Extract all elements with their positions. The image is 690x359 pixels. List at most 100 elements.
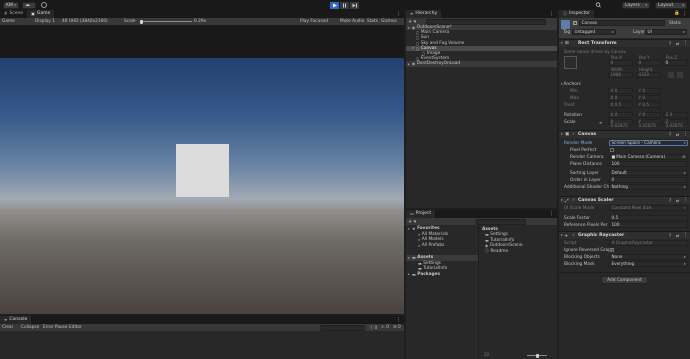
pixel-perfect-checkbox[interactable] — [610, 147, 614, 152]
step-button[interactable] — [350, 1, 359, 9]
clear-button[interactable]: Clear — [2, 325, 13, 330]
rotation-z[interactable]: Z 0 — [663, 112, 688, 118]
render-camera-field[interactable]: ■ Main Camera (Camera) ⊙ — [609, 154, 688, 160]
expand-arrow-icon[interactable]: ▾ — [561, 233, 563, 237]
console-search-input[interactable] — [320, 324, 365, 331]
help-icon[interactable]: ? — [669, 233, 671, 238]
blocking-mask-dropdown[interactable]: Everything ▾ — [609, 261, 688, 267]
favorite-item[interactable]: ⌕ All Prefabs — [406, 243, 478, 249]
rect-transform-header[interactable]: ▾ ⊞ Rect Transform ? ⇄ ⋮ — [559, 39, 690, 47]
add-component-button[interactable]: Add Component — [601, 276, 648, 284]
scale-x[interactable]: X 0.02870 — [608, 119, 633, 128]
panel-splitter[interactable] — [406, 208, 557, 210]
icon-size-slider-handle[interactable] — [536, 353, 539, 358]
enabled-checkbox[interactable]: ✓ — [572, 131, 575, 136]
add-button[interactable]: + ▾ — [408, 19, 416, 25]
more-icon[interactable]: ⋮ — [683, 232, 688, 238]
tab-scene[interactable]: # Scene — [0, 10, 27, 18]
tag-dropdown[interactable]: Untagged ▾ — [572, 29, 616, 35]
tab-game[interactable]: ▣ Game — [27, 10, 55, 18]
scale-z[interactable]: Z 0.02870 — [663, 119, 688, 128]
add-button[interactable]: + ▾ — [408, 219, 416, 225]
display-mode-dropdown[interactable]: Game — [2, 19, 15, 24]
shader-channels-dropdown[interactable]: Nothing ▾ — [609, 184, 688, 190]
panel-splitter[interactable] — [404, 10, 406, 359]
game-viewport[interactable] — [0, 58, 404, 314]
hierarchy-search-input[interactable] — [426, 18, 546, 25]
mute-audio-toggle[interactable]: Mute Audio — [340, 19, 364, 24]
scale-y[interactable]: Y 0.02870 — [636, 119, 661, 128]
plane-distance-field[interactable]: 100 — [609, 161, 688, 167]
pos-z-field[interactable]: 0 — [663, 60, 688, 66]
enabled-checkbox[interactable]: ✓ — [572, 197, 575, 202]
stats-toggle[interactable]: Stats — [367, 19, 378, 24]
more-icon[interactable]: ⋮ — [549, 210, 554, 218]
hierarchy-scene-row[interactable]: ▸ ◈ DontDestroyOnLoad — [406, 61, 557, 67]
lock-icon[interactable]: 🔒 — [674, 10, 680, 18]
preset-icon[interactable]: ⇄ — [676, 233, 679, 238]
reference-pixels-field[interactable]: 100 — [609, 222, 688, 228]
error-count[interactable]: ⊘ 0 — [393, 325, 401, 330]
anchors-row[interactable]: ▾ Anchors — [561, 82, 581, 87]
play-focused-dropdown[interactable]: Play Focused — [300, 19, 328, 24]
panel-splitter[interactable] — [557, 10, 559, 359]
render-mode-dropdown[interactable]: Screen Space - Camera ▾ — [609, 140, 688, 146]
log-count[interactable]: ⓘ 0 — [369, 325, 377, 331]
expand-arrow-icon[interactable]: ▾ — [561, 41, 563, 45]
more-icon[interactable]: ⋮ — [683, 197, 688, 203]
rotation-x[interactable]: X 0 — [608, 112, 633, 118]
collab-icon[interactable] — [41, 2, 47, 8]
static-toggle[interactable]: Static — [669, 21, 681, 26]
enabled-checkbox[interactable]: ✓ — [572, 232, 575, 237]
play-button[interactable] — [330, 1, 339, 9]
scale-slider-handle[interactable] — [140, 19, 143, 24]
editor-dropdown[interactable]: Editor — [69, 325, 82, 330]
tab-hierarchy[interactable]: ≡ Hierarchy — [406, 10, 442, 18]
help-icon[interactable]: ? — [669, 41, 671, 46]
preset-icon[interactable]: ⇄ — [676, 41, 679, 46]
object-name-input[interactable]: Canvas — [579, 20, 665, 26]
expand-arrow-icon[interactable]: ▾ — [561, 132, 563, 136]
tab-console[interactable]: ≡ Console — [0, 316, 32, 324]
more-icon[interactable]: ⋮ — [549, 10, 554, 18]
order-in-layer-field[interactable]: 0 — [609, 177, 688, 183]
scale-slider[interactable] — [140, 21, 192, 22]
panel-splitter[interactable] — [0, 314, 404, 316]
active-checkbox[interactable]: ✓ — [573, 20, 577, 25]
more-icon[interactable]: ⋮ — [683, 40, 688, 46]
project-search-input[interactable] — [476, 218, 526, 225]
ignore-reversed-checkbox[interactable]: ✓ — [610, 247, 614, 252]
blueprint-button[interactable] — [668, 72, 674, 78]
gizmos-dropdown[interactable]: Gizmos — [381, 19, 397, 24]
tab-inspector[interactable]: ⓘ Inspector — [559, 10, 594, 18]
raw-edit-button[interactable] — [677, 72, 683, 78]
object-picker-icon[interactable]: ⊙ — [682, 155, 685, 159]
layer-dropdown[interactable]: UI ▾ — [645, 29, 687, 35]
canvas-scaler-header[interactable]: ▾ ⤢ ✓ Canvas Scaler ? ⇄ ⋮ — [559, 196, 690, 204]
canvas-component-header[interactable]: ▾ ▣ ✓ Canvas ? ⇄ ⋮ — [559, 130, 690, 138]
display-dropdown[interactable]: Display 1 — [35, 19, 55, 24]
tab-project[interactable]: ▭ Project — [406, 210, 436, 218]
layers-dropdown[interactable]: Layers ▾ — [622, 1, 650, 9]
more-icon[interactable]: ⋮ — [396, 10, 401, 18]
expand-arrow-icon[interactable]: ▾ — [561, 198, 563, 202]
layout-dropdown[interactable]: Layout ▾ — [655, 1, 687, 9]
more-icon[interactable]: ⋮ — [682, 10, 687, 18]
preset-icon[interactable]: ⇄ — [676, 198, 679, 203]
blocking-objects-dropdown[interactable]: None ▾ — [609, 254, 688, 260]
more-icon[interactable]: ⋮ — [683, 131, 688, 137]
cloud-button[interactable]: ☁ — [22, 1, 36, 9]
resolution-dropdown[interactable]: 4K UHD (3840x2160) — [62, 19, 108, 24]
error-pause-toggle[interactable]: Error Pause — [43, 325, 67, 330]
rotation-y[interactable]: Y 0 — [636, 112, 661, 118]
sorting-layer-dropdown[interactable]: Default ▾ — [609, 170, 688, 176]
asset-item[interactable]: ⓘ Readme — [479, 248, 557, 255]
preset-icon[interactable]: ⇄ — [676, 132, 679, 137]
collapse-toggle[interactable]: Collapse — [21, 325, 39, 330]
help-icon[interactable]: ? — [669, 198, 671, 203]
graphic-raycaster-header[interactable]: ▾ ⌖ ✓ Graphic Raycaster ? ⇄ ⋮ — [559, 231, 690, 239]
account-button[interactable]: KW ▾ — [3, 1, 19, 9]
more-icon[interactable]: ⋮ — [396, 316, 401, 324]
link-icon[interactable]: ∞ — [599, 120, 602, 125]
search-icon[interactable] — [595, 2, 602, 8]
